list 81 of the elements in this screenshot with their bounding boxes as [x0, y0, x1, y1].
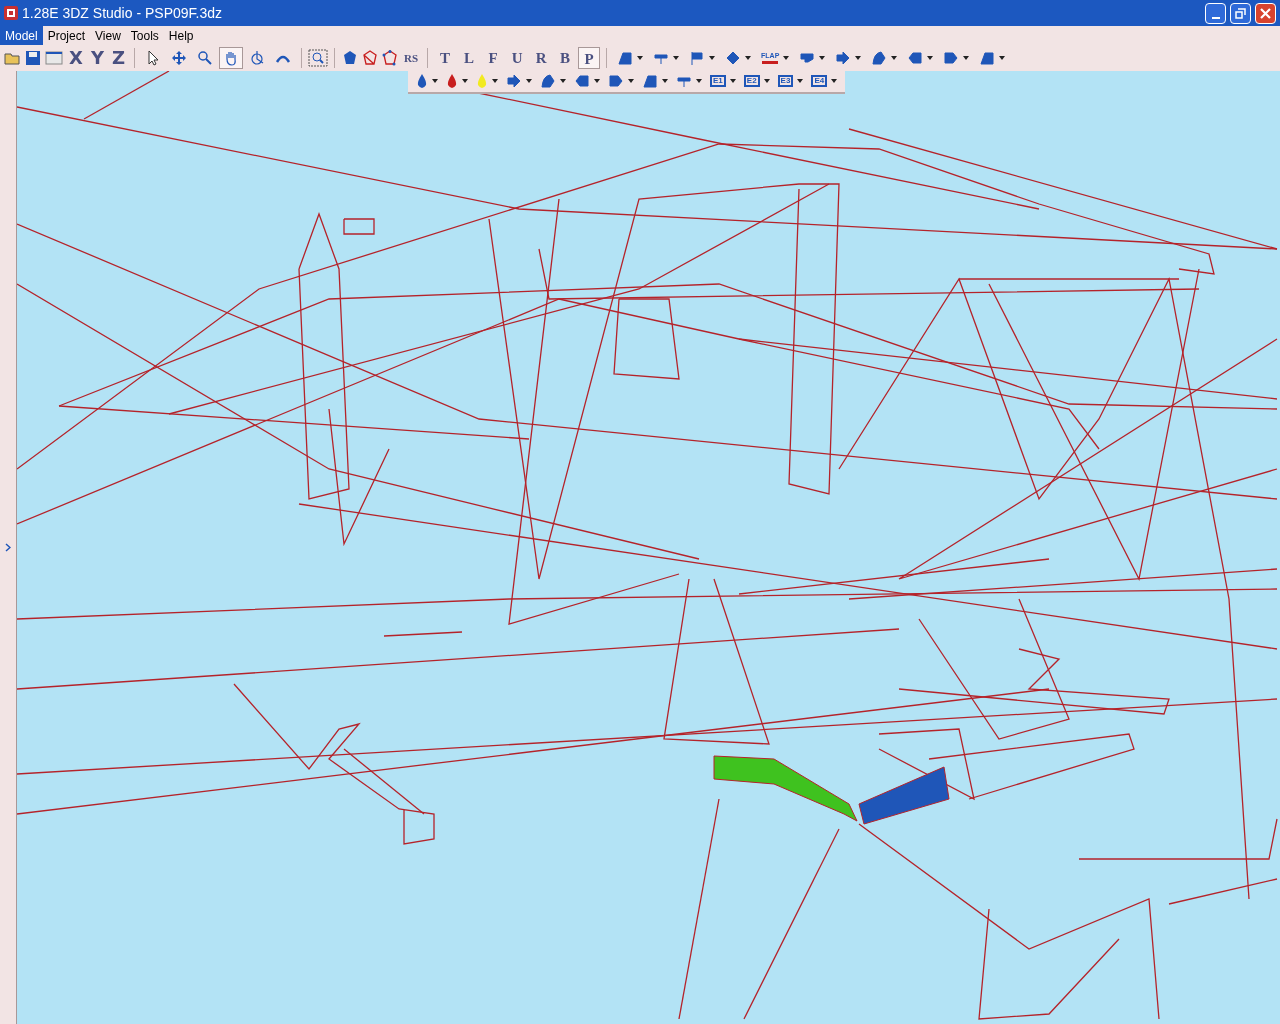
caret-icon — [560, 79, 566, 83]
caret-icon — [963, 56, 970, 60]
part-shape-icon — [689, 50, 706, 66]
part-shape-icon — [835, 50, 852, 66]
caret-icon — [763, 79, 770, 83]
caret-icon — [729, 79, 736, 83]
pointer-icon — [145, 50, 161, 66]
axis-button[interactable]: X — [66, 49, 86, 67]
part-shape-icon — [608, 73, 624, 89]
view-button[interactable]: F — [482, 47, 505, 69]
caret-icon — [492, 79, 498, 83]
caret-icon — [745, 56, 752, 60]
caret-icon — [855, 56, 862, 60]
solid-shape-icon[interactable] — [341, 50, 359, 66]
caret-icon — [696, 79, 702, 83]
chevron-right-icon[interactable] — [5, 543, 11, 552]
save-icon[interactable] — [24, 50, 42, 66]
part-shape-icon — [907, 50, 924, 66]
orbit-icon — [249, 50, 265, 66]
restore-button[interactable] — [1230, 2, 1251, 24]
outline-shape-icon[interactable] — [361, 50, 379, 66]
view-button[interactable]: P — [578, 47, 601, 69]
view-button[interactable]: B — [554, 47, 577, 69]
view-button[interactable]: T — [434, 47, 457, 69]
caret-icon — [709, 56, 716, 60]
caret-icon — [797, 79, 804, 83]
droplet-icon — [416, 73, 428, 89]
move-icon — [171, 50, 187, 66]
caret-icon — [637, 56, 644, 60]
part-dropdown-button[interactable]: E4 — [807, 70, 842, 92]
caret-icon — [783, 56, 790, 60]
zoom-icon — [197, 50, 213, 66]
rs-button[interactable]: RS — [401, 49, 422, 67]
caret-icon — [831, 79, 838, 83]
window-icon[interactable] — [44, 50, 64, 66]
window-title: 1.28E 3DZ Studio - PSP09F.3dz — [22, 3, 223, 23]
caret-icon — [673, 56, 680, 60]
close-button[interactable] — [1255, 2, 1276, 24]
part-shape-icon — [540, 73, 556, 89]
part-shape-icon — [979, 50, 996, 66]
part-shape-icon — [725, 50, 742, 66]
caret-icon — [927, 56, 934, 60]
open-folder-icon[interactable] — [4, 50, 22, 66]
menu-item[interactable]: View — [90, 26, 126, 45]
caret-icon — [462, 79, 468, 83]
part-dropdown-button[interactable]: E3 — [773, 70, 808, 92]
caret-icon — [526, 79, 532, 83]
restore-icon — [1235, 7, 1246, 19]
caret-icon — [891, 56, 898, 60]
minimize-button[interactable] — [1205, 2, 1226, 24]
axis-button[interactable]: Y — [87, 49, 107, 67]
part-shape-icon — [574, 73, 590, 89]
part-shape-icon — [799, 50, 816, 66]
view-button[interactable]: R — [530, 47, 553, 69]
caret-icon — [432, 79, 438, 83]
caret-icon — [594, 79, 600, 83]
part-shape-icon — [617, 50, 634, 66]
part-shape-icon — [506, 73, 522, 89]
droplet-icon — [446, 73, 458, 89]
zoom-extents-icon[interactable] — [308, 49, 328, 67]
part-shape-icon — [871, 50, 888, 66]
hand-icon — [223, 50, 239, 66]
caret-icon — [999, 56, 1006, 60]
part-dropdown-button[interactable]: E2 — [739, 70, 774, 92]
caret-icon — [819, 56, 826, 60]
view-button[interactable]: L — [458, 47, 481, 69]
part-shape-icon — [642, 73, 658, 89]
menu-item[interactable]: Project — [42, 26, 91, 45]
app-icon — [4, 6, 18, 20]
axis-button[interactable]: Z — [108, 49, 128, 67]
vertex-shape-icon[interactable] — [381, 50, 399, 66]
menu-item[interactable]: Tools — [125, 26, 164, 45]
part-shape-icon — [943, 50, 960, 66]
close-icon — [1260, 7, 1271, 19]
menu-item[interactable]: Model — [0, 26, 43, 45]
caret-icon — [662, 79, 668, 83]
part-dropdown-button[interactable]: E1 — [706, 70, 740, 92]
menu-item[interactable]: Help — [163, 26, 199, 45]
caret-icon — [628, 79, 634, 83]
droplet-icon — [476, 73, 488, 89]
view-button[interactable]: U — [506, 47, 529, 69]
